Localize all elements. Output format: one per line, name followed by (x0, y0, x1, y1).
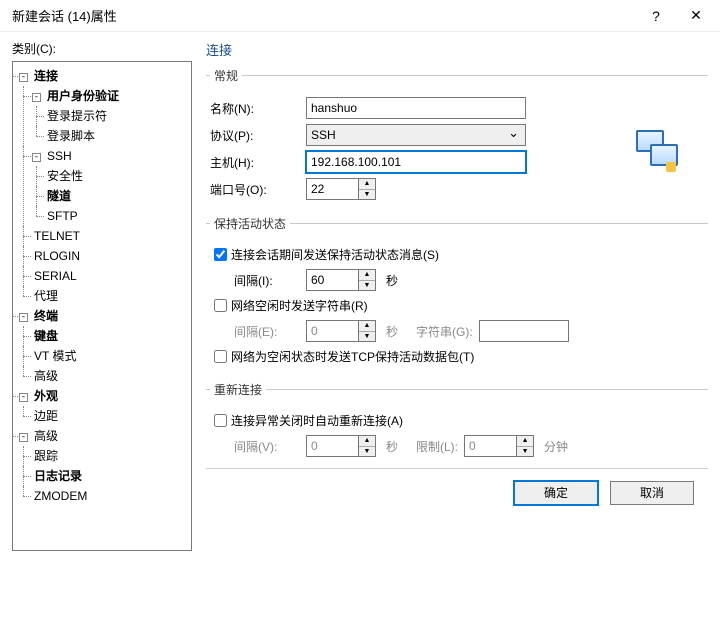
settings-panel: 连接 常规 名称(N): 协议(P): SSH 主机(H): 端口号(O): (192, 40, 708, 551)
title-bar: 新建会话 (14)属性 ? ✕ (0, 0, 720, 32)
interval-i-spinner[interactable]: ▲▼ (306, 269, 378, 291)
interval-v-label: 间隔(V): (210, 438, 306, 455)
tree-ssh[interactable]: SSH (45, 149, 74, 163)
port-spinner[interactable]: ▲▼ (306, 178, 378, 200)
category-tree[interactable]: -连接 -用户身份验证 登录提示符 登录脚本 -SSH 安 (12, 61, 192, 551)
interval-e-label: 间隔(E): (210, 323, 306, 340)
string-input[interactable] (479, 320, 569, 342)
tree-vtmode[interactable]: VT 模式 (32, 349, 78, 363)
interval-i-label: 间隔(I): (210, 272, 306, 289)
category-label: 类别(C): (12, 40, 192, 57)
keepalive-legend: 保持活动状态 (210, 215, 290, 232)
window-title: 新建会话 (14)属性 (12, 6, 636, 25)
tree-loginscript[interactable]: 登录脚本 (45, 129, 97, 143)
limit-spinner[interactable]: ▲▼ (464, 435, 536, 457)
interval-v-spinner[interactable]: ▲▼ (306, 435, 378, 457)
expand-icon[interactable]: - (19, 393, 28, 402)
tree-logging[interactable]: 日志记录 (32, 469, 84, 483)
interval-e-spinner[interactable]: ▲▼ (306, 320, 378, 342)
dialog-content: 类别(C): -连接 -用户身份验证 登录提示符 登录脚本 (0, 32, 720, 557)
tcp-keepalive-check[interactable] (214, 350, 227, 363)
string-label: 字符串(G): (416, 323, 473, 340)
tree-appearance[interactable]: 外观 (32, 389, 60, 403)
tree-keyboard[interactable]: 键盘 (32, 329, 60, 343)
dialog-buttons: 确定 取消 (206, 473, 708, 507)
panel-heading: 连接 (206, 40, 708, 59)
tree-connection[interactable]: 连接 (32, 69, 60, 83)
expand-icon[interactable]: - (19, 433, 28, 442)
reconnect-legend: 重新连接 (210, 381, 266, 398)
tree-rlogin[interactable]: RLOGIN (32, 249, 82, 263)
seconds-unit: 秒 (386, 272, 398, 289)
tree-margin[interactable]: 边距 (32, 409, 60, 423)
tree-zmodem[interactable]: ZMODEM (32, 489, 89, 503)
connection-icon (636, 130, 678, 172)
seconds-unit: 秒 (386, 323, 398, 340)
reconnect-check-label: 连接异常关闭时自动重新连接(A) (231, 412, 403, 429)
tcp-keepalive-label: 网络为空闲状态时发送TCP保持活动数据包(T) (231, 348, 474, 365)
tree-telnet[interactable]: TELNET (32, 229, 82, 243)
tree-advanced[interactable]: 高级 (32, 429, 60, 443)
limit-label: 限制(L): (416, 438, 458, 455)
keepalive-check[interactable] (214, 248, 227, 261)
spinner-buttons[interactable]: ▲▼ (358, 178, 376, 200)
keepalive-check-label: 连接会话期间发送保持活动状态消息(S) (231, 246, 439, 263)
protocol-select[interactable]: SSH (306, 124, 526, 146)
reconnect-check[interactable] (214, 414, 227, 427)
seconds-unit: 秒 (386, 438, 398, 455)
tree-trace[interactable]: 跟踪 (32, 449, 60, 463)
category-panel: 类别(C): -连接 -用户身份验证 登录提示符 登录脚本 (12, 40, 192, 551)
help-button[interactable]: ? (636, 2, 676, 30)
expand-icon[interactable]: - (19, 73, 28, 82)
tree-tunnel[interactable]: 隧道 (45, 189, 73, 203)
host-input[interactable] (306, 151, 526, 173)
expand-icon[interactable]: - (19, 313, 28, 322)
tree-loginprompt[interactable]: 登录提示符 (45, 109, 109, 123)
separator (206, 468, 708, 469)
ok-button[interactable]: 确定 (514, 481, 598, 505)
name-input[interactable] (306, 97, 526, 119)
close-button[interactable]: ✕ (676, 2, 716, 30)
expand-icon[interactable]: - (32, 153, 41, 162)
tree-terminal[interactable]: 终端 (32, 309, 60, 323)
minutes-unit: 分钟 (544, 438, 568, 455)
reconnect-group: 重新连接 连接异常关闭时自动重新连接(A) 间隔(V): ▲▼ 秒 限制(L):… (206, 381, 708, 464)
name-label: 名称(N): (210, 100, 306, 117)
tree-serial[interactable]: SERIAL (32, 269, 79, 283)
sendstring-check[interactable] (214, 299, 227, 312)
tree-sftp[interactable]: SFTP (45, 209, 80, 223)
protocol-label: 协议(P): (210, 127, 306, 144)
expand-icon[interactable]: - (32, 93, 41, 102)
host-label: 主机(H): (210, 154, 306, 171)
keepalive-group: 保持活动状态 连接会话期间发送保持活动状态消息(S) 间隔(I): ▲▼ 秒 网… (206, 215, 708, 373)
tree-proxy[interactable]: 代理 (32, 289, 60, 303)
general-group: 常规 名称(N): 协议(P): SSH 主机(H): 端口号(O): ▲▼ (206, 67, 708, 207)
tree-advterm[interactable]: 高级 (32, 369, 60, 383)
tree-userauth[interactable]: 用户身份验证 (45, 89, 121, 103)
cancel-button[interactable]: 取消 (610, 481, 694, 505)
tree-security[interactable]: 安全性 (45, 169, 85, 183)
sendstring-check-label: 网络空闲时发送字符串(R) (231, 297, 368, 314)
general-legend: 常规 (210, 67, 242, 84)
port-label: 端口号(O): (210, 181, 306, 198)
